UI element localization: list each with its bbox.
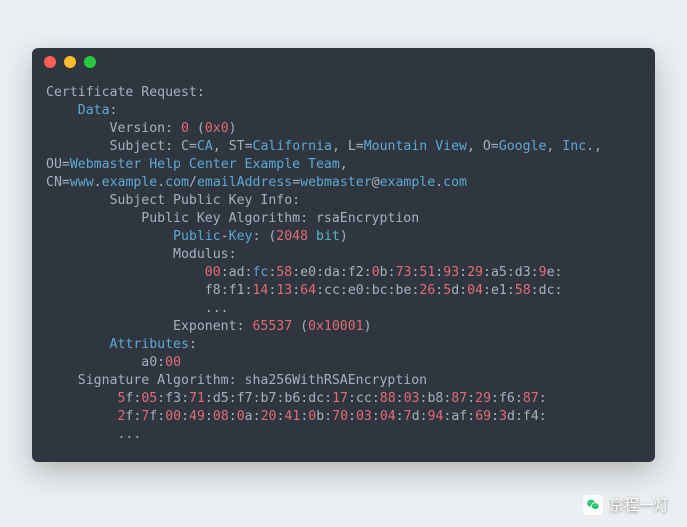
titlebar xyxy=(32,48,655,76)
wechat-icon xyxy=(583,495,603,515)
close-icon[interactable] xyxy=(44,56,56,68)
terminal-window: Certificate Request: Data: Version: 0 (0… xyxy=(32,48,655,462)
watermark-text: 京程一灯 xyxy=(609,494,669,515)
watermark: 京程一灯 xyxy=(583,494,669,515)
zoom-icon[interactable] xyxy=(84,56,96,68)
terminal-content: Certificate Request: Data: Version: 0 (0… xyxy=(32,76,655,444)
minimize-icon[interactable] xyxy=(64,56,76,68)
